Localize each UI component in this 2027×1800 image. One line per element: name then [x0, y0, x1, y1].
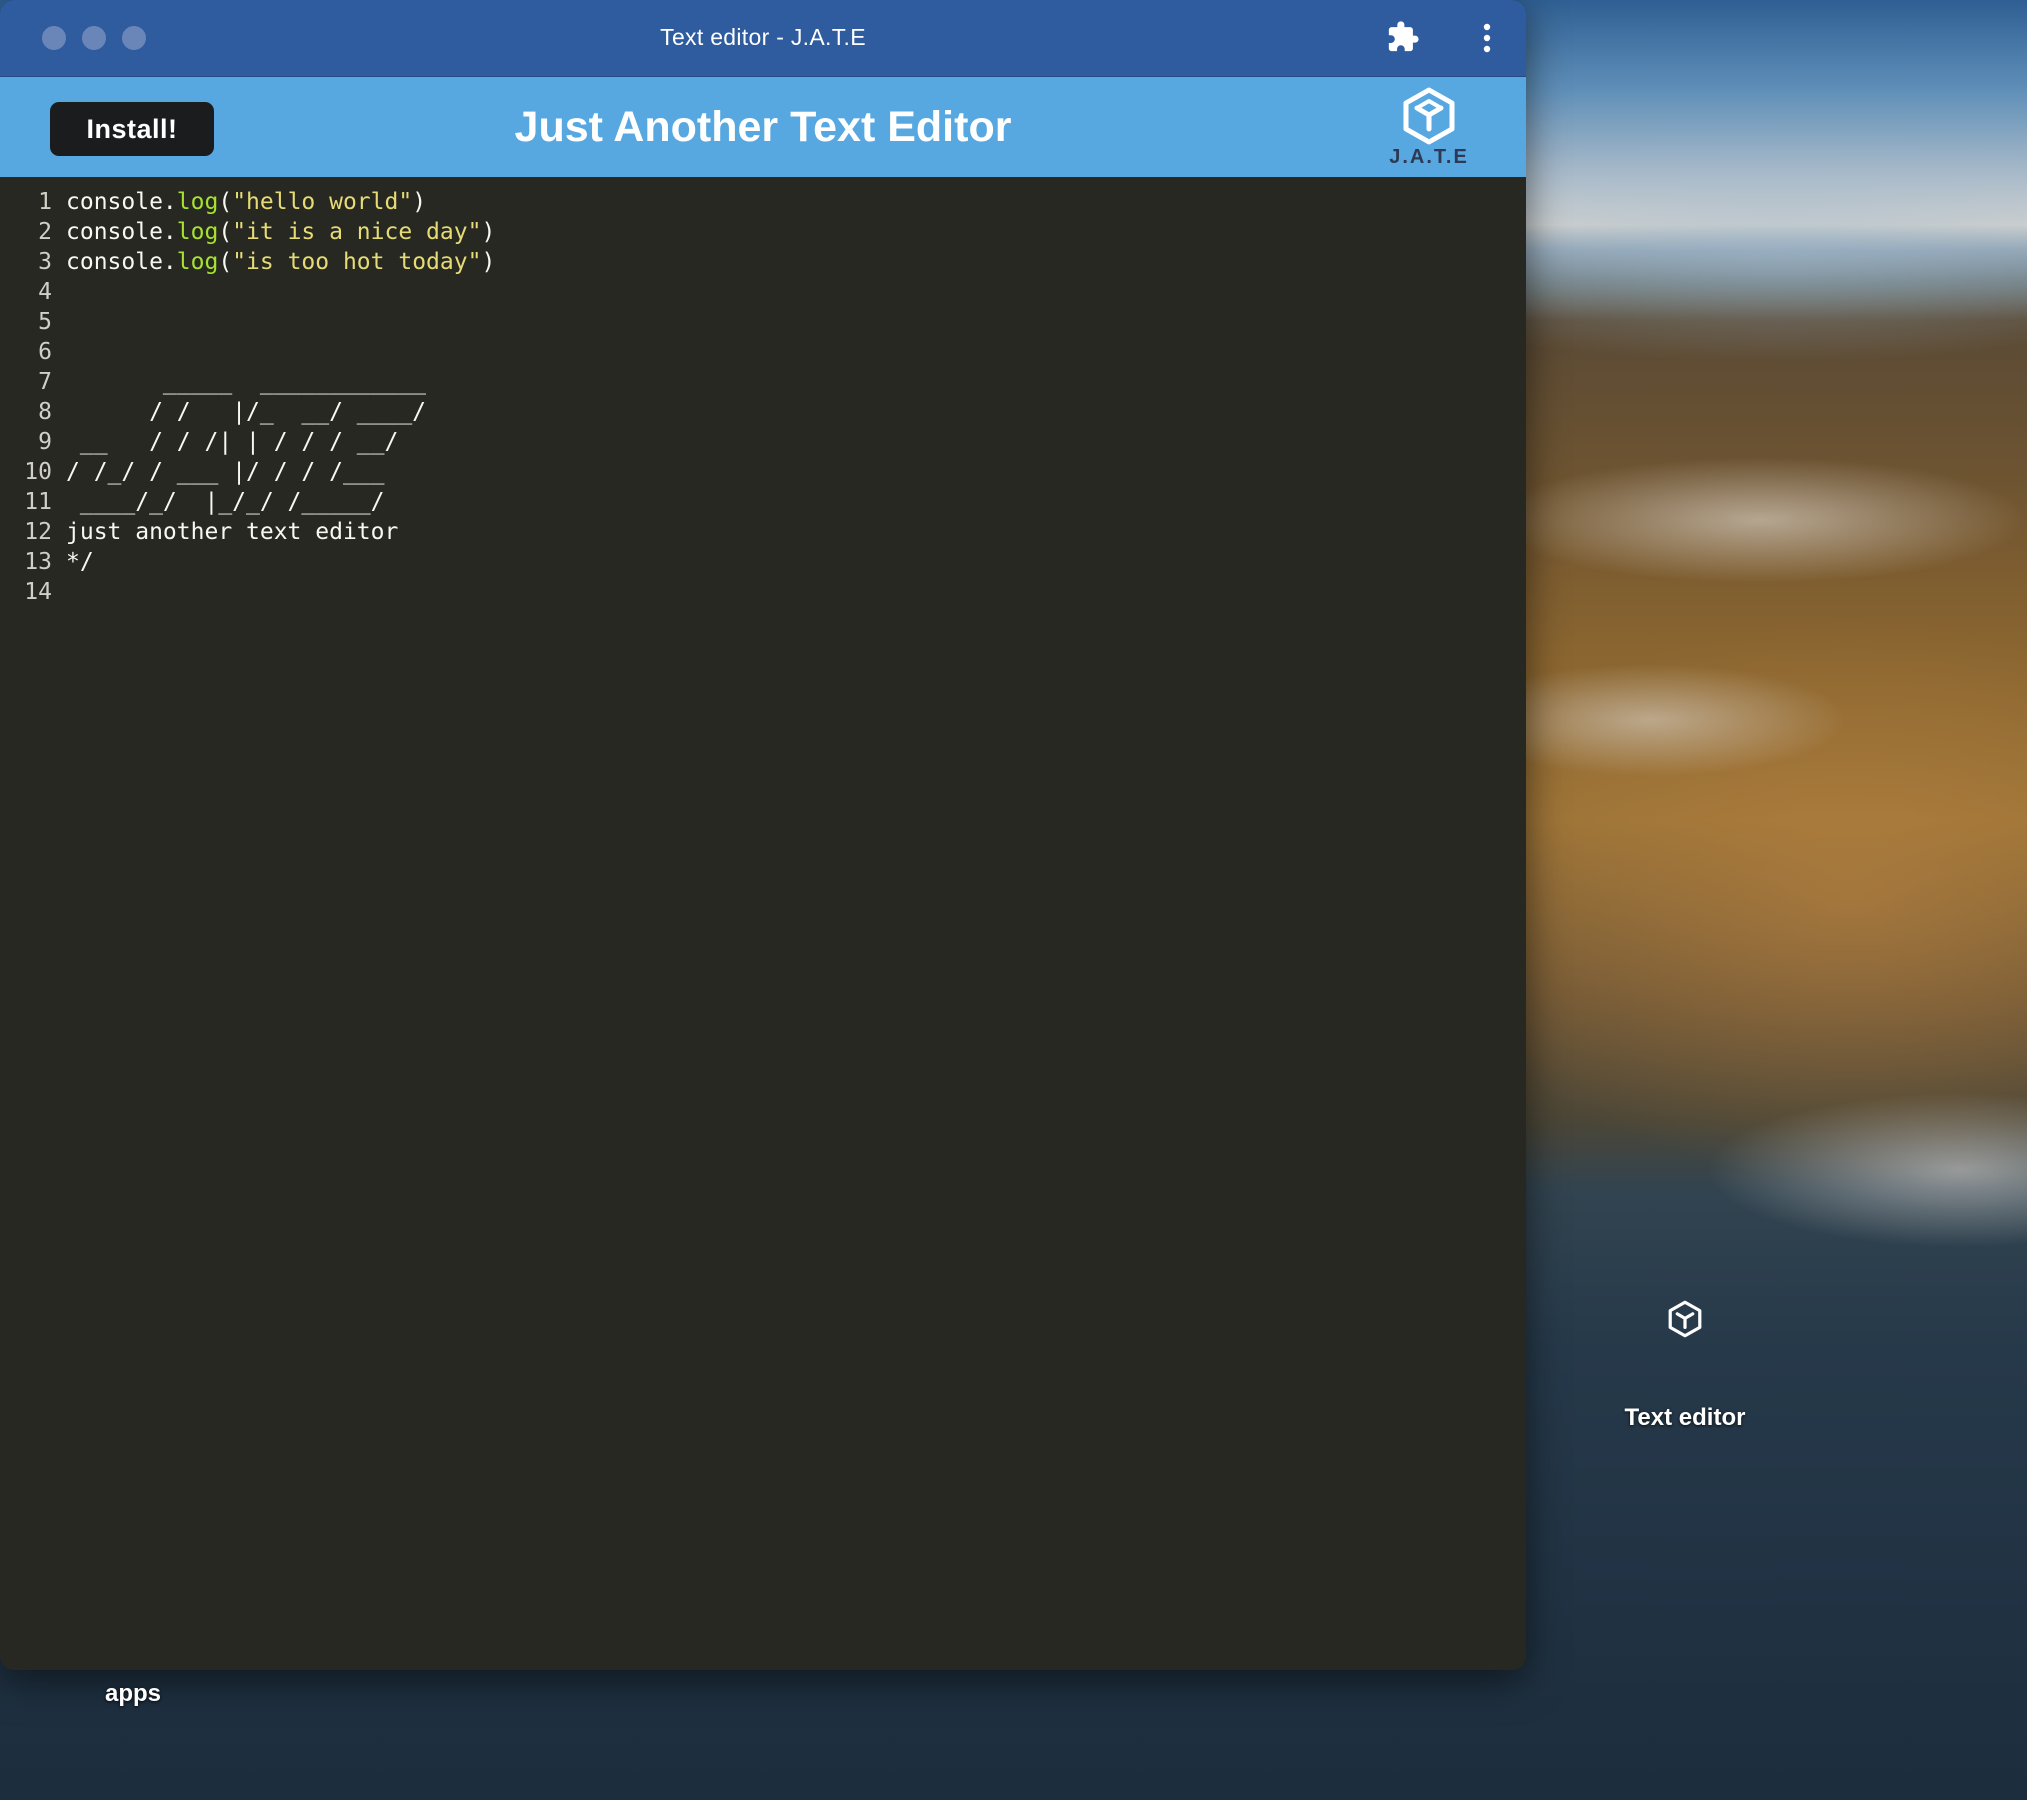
- code-token: / / |/_ __/ ____/: [66, 399, 427, 425]
- kebab-menu-icon[interactable]: [1482, 22, 1492, 54]
- code-token: (: [218, 219, 233, 245]
- line-number: 6: [38, 339, 52, 365]
- code-token: "it is a nice day": [232, 219, 482, 245]
- code-token: log: [176, 249, 219, 275]
- code-line[interactable]: 14: [0, 577, 1526, 607]
- code-token: (: [218, 249, 233, 275]
- desktop-folder-apps[interactable]: apps: [105, 1680, 161, 1708]
- code-token: ): [481, 249, 496, 275]
- line-number: 5: [38, 309, 52, 335]
- line-number: 14: [24, 579, 52, 605]
- code-token: console.: [66, 219, 177, 245]
- code-text: console.log("hello world"): [66, 187, 426, 217]
- code-text: __ / / /| | / / / __/: [66, 427, 399, 457]
- code-token: (: [218, 189, 233, 215]
- code-text: console.log("is too hot today"): [66, 247, 495, 277]
- line-number: 4: [38, 279, 52, 305]
- code-token: log: [176, 189, 219, 215]
- line-number: 3: [38, 249, 52, 275]
- code-text: _____ ____________: [66, 367, 426, 397]
- code-line[interactable]: 4: [0, 277, 1526, 307]
- cube-logo-icon: [1668, 1300, 1702, 1338]
- code-text: / /_/ / ___ |/ / / /___: [66, 457, 385, 487]
- desktop-icon-label: Text editor: [1624, 1404, 1746, 1431]
- code-token: __ / / /| | / / / __/: [66, 429, 399, 455]
- code-token: just another text editor: [66, 519, 399, 545]
- code-editor[interactable]: 1 console.log("hello world") 2 console.log(…: [0, 177, 1526, 1670]
- line-number: 2: [38, 219, 52, 245]
- code-token: ): [481, 219, 496, 245]
- code-line[interactable]: 10 / /_/ / ___ |/ / / /___: [0, 457, 1526, 487]
- line-number: 7: [38, 369, 52, 395]
- line-number: 8: [38, 399, 52, 425]
- code-token: / /_/ / ___ |/ / / /___: [66, 459, 385, 485]
- code-line[interactable]: 8 / / |/_ __/ ____/: [0, 397, 1526, 427]
- window-title: Text editor - J.A.T.E: [660, 24, 866, 50]
- line-number: 10: [24, 459, 52, 485]
- code-token: log: [176, 219, 219, 245]
- code-token: ____/_/ |_/_/ /_____/: [66, 489, 385, 515]
- line-number: 9: [38, 429, 52, 455]
- code-line[interactable]: 5: [0, 307, 1526, 337]
- code-line[interactable]: 12 just another text editor: [0, 517, 1526, 547]
- line-number: 1: [38, 189, 52, 215]
- app-window: Text editor - J.A.T.E Install! Just Anot…: [0, 0, 1526, 1670]
- line-number: 12: [24, 519, 52, 545]
- logo-text: J.A.T.E: [1389, 146, 1469, 168]
- jate-logo: J.A.T.E: [1386, 87, 1472, 173]
- code-token: */: [66, 549, 94, 575]
- line-number: 13: [24, 549, 52, 575]
- code-text: */: [66, 547, 94, 577]
- code-text: ____/_/ |_/_/ /_____/: [66, 487, 385, 517]
- code-token: _____ ____________: [66, 369, 427, 395]
- code-text: just another text editor: [66, 517, 398, 547]
- app-header: Install! Just Another Text Editor J.A.T.…: [0, 77, 1526, 177]
- code-line[interactable]: 2 console.log("it is a nice day"): [0, 217, 1526, 247]
- code-line[interactable]: 13 */: [0, 547, 1526, 577]
- window-titlebar[interactable]: Text editor - J.A.T.E: [0, 0, 1526, 77]
- code-token: "hello world": [232, 189, 413, 215]
- code-token: console.: [66, 189, 177, 215]
- code-line[interactable]: 3 console.log("is too hot today"): [0, 247, 1526, 277]
- code-line[interactable]: 7 _____ ____________: [0, 367, 1526, 397]
- code-line[interactable]: 9 __ / / /| | / / / __/: [0, 427, 1526, 457]
- code-text: console.log("it is a nice day"): [66, 217, 495, 247]
- desktop-icon-text-editor[interactable]: Text editor: [1580, 1300, 1790, 1432]
- line-number: 11: [24, 489, 52, 515]
- code-token: ): [412, 189, 427, 215]
- code-token: "is too hot today": [232, 249, 482, 275]
- page-title: Just Another Text Editor: [514, 103, 1012, 151]
- code-text: / / |/_ __/ ____/: [66, 397, 426, 427]
- cube-logo-icon: [1403, 87, 1455, 145]
- code-line[interactable]: 11 ____/_/ |_/_/ /_____/: [0, 487, 1526, 517]
- puzzle-icon[interactable]: [1386, 20, 1420, 54]
- code-token: console.: [66, 249, 177, 275]
- code-line[interactable]: 6: [0, 337, 1526, 367]
- code-line[interactable]: 1 console.log("hello world"): [0, 187, 1526, 217]
